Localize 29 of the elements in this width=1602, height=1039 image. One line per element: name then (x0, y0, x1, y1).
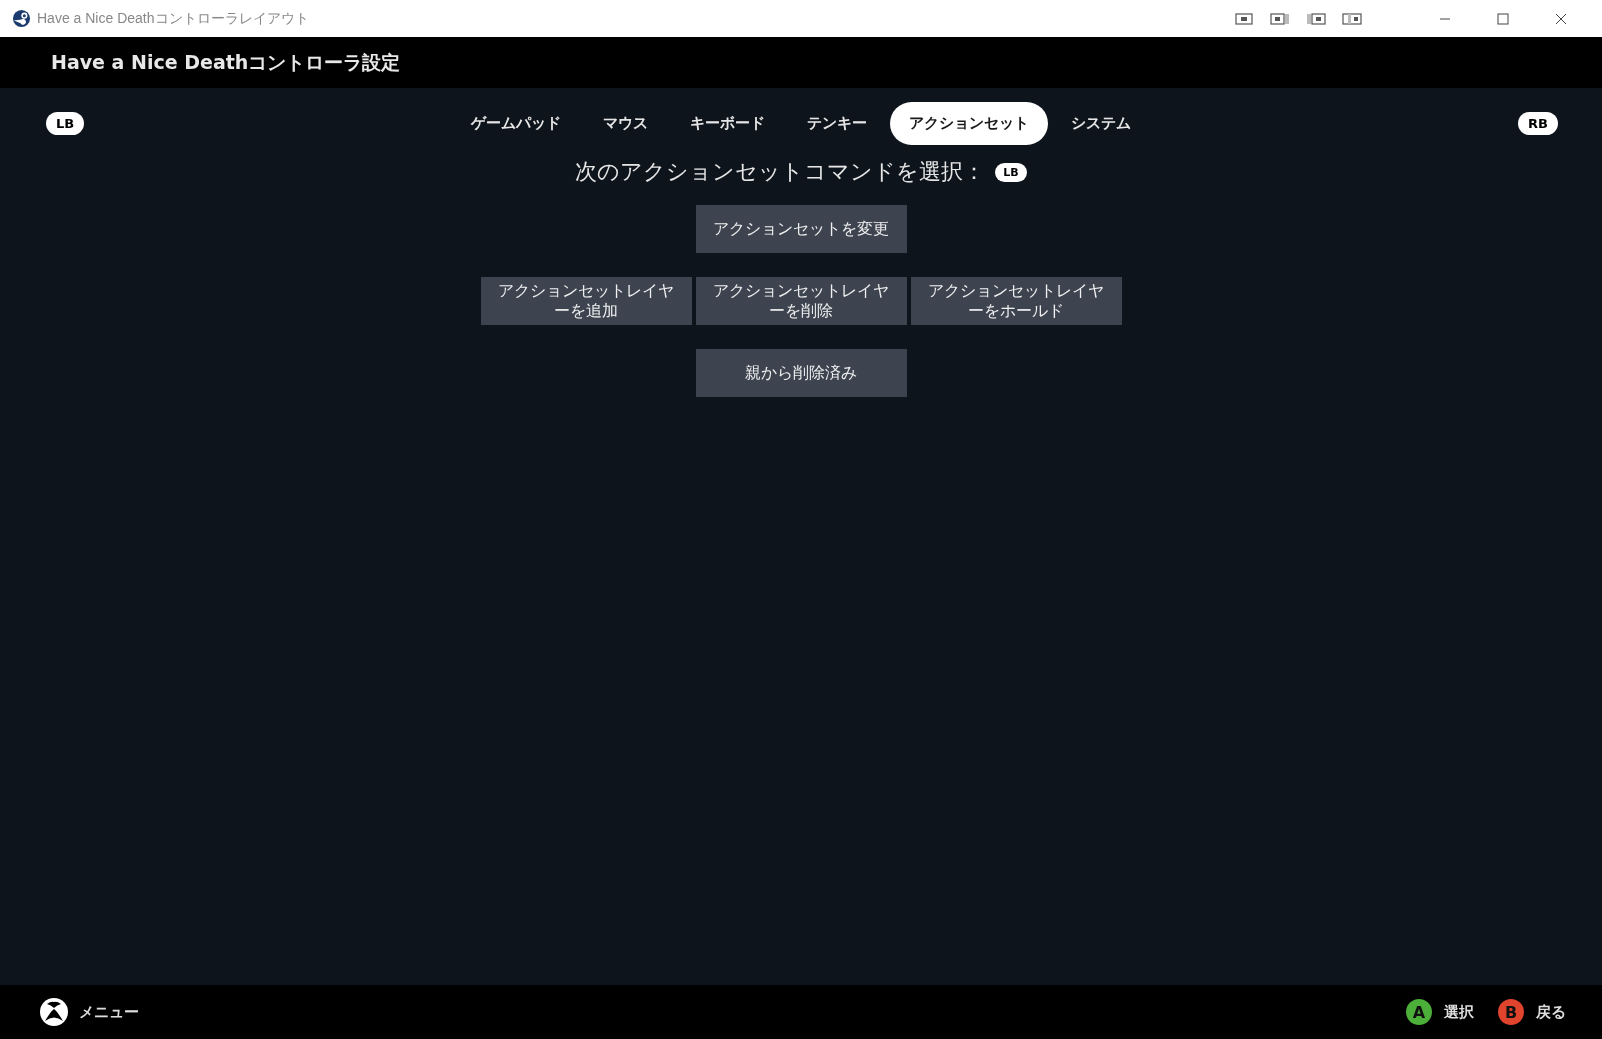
close-icon[interactable] (1555, 12, 1567, 25)
tab[interactable]: アクションセット (890, 102, 1049, 145)
command-button[interactable]: 親から削除済み (695, 349, 907, 397)
tab[interactable]: システム (1052, 102, 1151, 145)
window-title: Have a Nice Deathコントローラレイアウト (37, 9, 309, 28)
prompt-text: 次のアクションセットコマンドを選択： (575, 158, 986, 186)
tab[interactable]: マウス (584, 102, 668, 145)
window-layout-icon[interactable] (1270, 11, 1290, 26)
command-button[interactable]: アクションセットを変更 (695, 205, 907, 253)
window-layout-icon[interactable] (1306, 11, 1326, 26)
command-button[interactable]: アクションセットレイヤーを削除 (695, 277, 907, 325)
maximize-icon[interactable] (1497, 12, 1509, 25)
bumper-badge[interactable]: LB (46, 112, 85, 135)
tab[interactable]: テンキー (788, 102, 887, 145)
action-label[interactable]: 戻る (1536, 1002, 1566, 1022)
tab[interactable]: キーボード (671, 102, 785, 145)
action-label[interactable]: 選択 (1444, 1002, 1474, 1022)
command-button[interactable]: アクションセットレイヤーを追加 (480, 277, 692, 325)
bumper-badge[interactable]: RB (1518, 112, 1558, 135)
menu-label[interactable]: メニュー (79, 1002, 139, 1022)
header-title: Have a Nice Deathコントローラ設定 (51, 49, 401, 75)
controller-button-icon: A (1406, 999, 1432, 1025)
bumper-badge: LB (995, 162, 1027, 182)
command-button[interactable]: アクションセットレイヤーをホールド (910, 277, 1122, 325)
app-logo-icon (12, 9, 31, 28)
window-layout-icon[interactable] (1342, 11, 1362, 26)
controller-button-icon: B (1498, 999, 1524, 1025)
window-layout-icon[interactable] (1234, 11, 1254, 26)
tab[interactable]: ゲームパッド (452, 102, 581, 145)
